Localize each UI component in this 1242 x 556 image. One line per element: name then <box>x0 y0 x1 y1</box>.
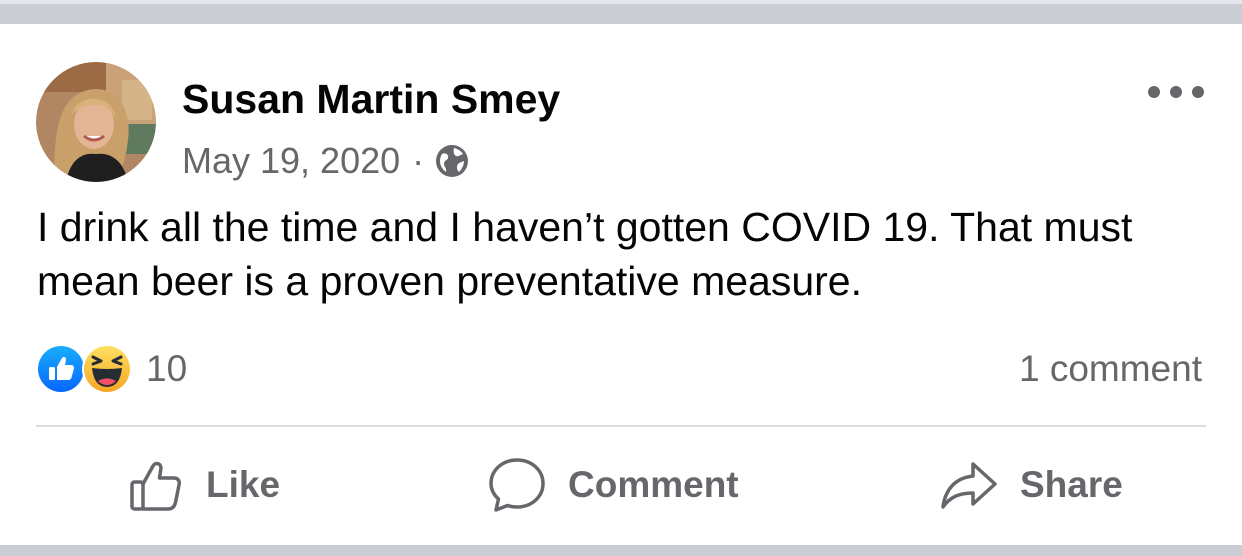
comment-label: Comment <box>568 464 739 505</box>
post-date[interactable]: May 19, 2020 <box>182 140 400 182</box>
share-label: Share <box>1020 464 1123 505</box>
reaction-count: 10 <box>146 348 188 389</box>
author-name[interactable]: Susan Martin Smey <box>182 73 560 125</box>
bottom-separator-band <box>0 545 1242 556</box>
actions-divider <box>36 425 1206 427</box>
more-options-button[interactable] <box>1148 80 1204 104</box>
avatar-photo <box>36 62 156 182</box>
post-body-text: I drink all the time and I haven’t gotte… <box>37 204 1133 304</box>
top-separator-band <box>0 0 1242 24</box>
author-avatar[interactable] <box>36 62 156 182</box>
meta-separator: · <box>412 140 425 181</box>
share-arrow-icon <box>940 456 1020 514</box>
thumbs-up-icon <box>128 457 206 513</box>
like-icon <box>36 344 86 394</box>
post-meta: May 19, 2020 · <box>182 138 470 184</box>
speech-bubble-icon <box>488 456 568 514</box>
more-dot-icon <box>1170 86 1182 98</box>
share-button[interactable]: Share <box>940 452 1123 518</box>
more-dot-icon <box>1148 86 1160 98</box>
comment-button[interactable]: Comment <box>488 452 739 518</box>
top-separator-highlight <box>0 0 1242 4</box>
like-label: Like <box>206 464 281 505</box>
haha-icon <box>82 344 132 394</box>
globe-icon <box>434 143 470 179</box>
like-button[interactable]: Like <box>128 452 280 518</box>
reactions-summary[interactable]: 10 <box>36 343 187 395</box>
more-dot-icon <box>1192 86 1204 98</box>
comments-count-link[interactable]: 1 comment <box>1019 343 1202 395</box>
